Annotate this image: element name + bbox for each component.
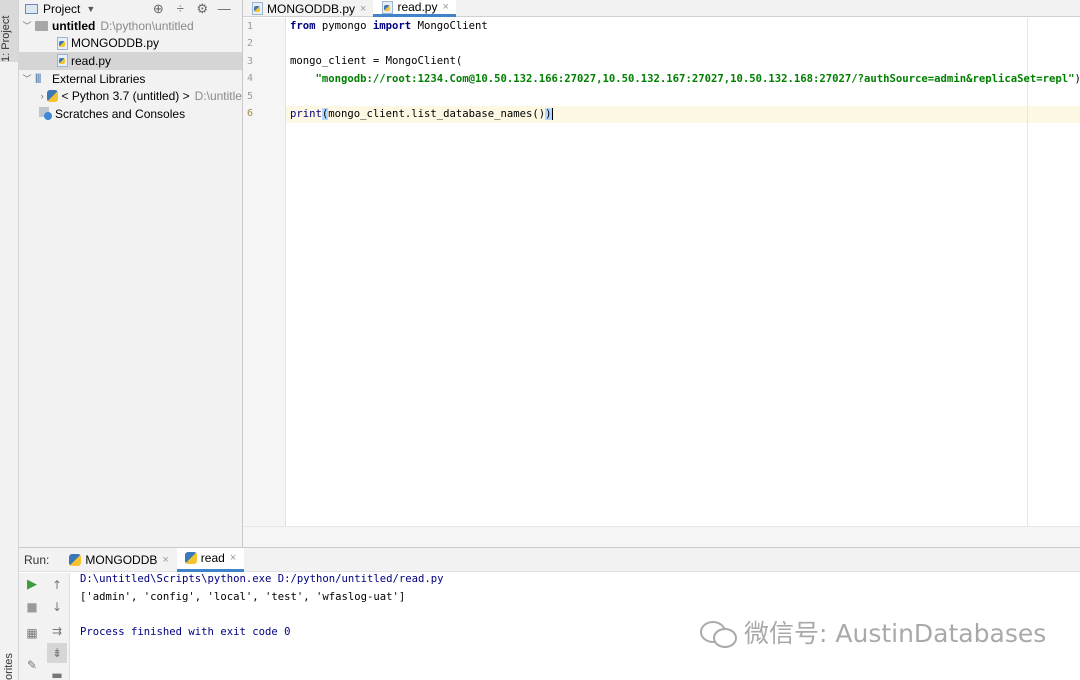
line-number: 6 [247, 108, 254, 119]
string-literal: "mongodb://root:1234.Com@10.50.132.166:2… [315, 73, 1075, 85]
tree-item-python-sdk[interactable]: › < Python 3.7 (untitled) > D:\untitle [19, 87, 242, 105]
code-text: MongoClient [411, 20, 488, 32]
file-name: MONGODDB.py [71, 36, 160, 51]
python-icon [47, 90, 58, 103]
favorites-tool-tab[interactable]: orites [3, 640, 17, 680]
tree-item-root[interactable]: ﹀ untitled D:\python\untitled [19, 17, 242, 35]
layout-icon[interactable]: ▦ [22, 623, 42, 643]
tree-item-file-selected[interactable]: read.py [19, 52, 242, 70]
library-icon: ||| [35, 73, 41, 85]
left-tool-strip: 1: Project orites [0, 0, 19, 680]
right-margin-guide [1027, 18, 1028, 526]
run-toolbar: ▶ ↑ ■ ↓ ▦ ⇉ ⇟ ✎ ▬ [19, 573, 70, 680]
settings-icon[interactable]: ⚙ [191, 1, 213, 17]
line-number: 4 [247, 73, 254, 84]
code-text: mongo_client = MongoClient( [290, 55, 463, 67]
console-command-line: D:\untitled\Scripts\python.exe D:/python… [80, 573, 444, 585]
tab-mongoddb[interactable]: MONGODDB.py × [243, 0, 373, 17]
project-tree: ﹀ untitled D:\python\untitled MONGODDB.p… [19, 17, 242, 123]
line-number-gutter: 1 2 3 4 5 6 [243, 18, 286, 526]
run-tab-read[interactable]: read × [176, 547, 245, 572]
python-file-icon [252, 2, 263, 15]
wechat-logo-icon [698, 617, 738, 648]
tree-item-external-libraries[interactable]: ﹀ ||| External Libraries [19, 70, 242, 88]
project-view-icon [25, 3, 38, 14]
project-tool-tab[interactable]: 1: Project [0, 0, 18, 62]
python-file-icon [57, 36, 68, 50]
minimize-icon[interactable]: — [213, 1, 235, 16]
keyword: import [372, 20, 412, 32]
python-icon [69, 553, 82, 566]
python-sdk-path: D:\untitle [194, 89, 242, 104]
scroll-to-end-icon[interactable]: ⇟ [47, 643, 67, 663]
python-sdk-label: < Python 3.7 (untitled) > [61, 89, 190, 104]
code-text: mongo_client.list_database_names() [328, 108, 546, 120]
python-file-icon [57, 54, 68, 68]
line-number: 2 [247, 38, 254, 49]
project-panel-header: Project ▼ ⊕ ÷ ⚙ — [19, 0, 242, 17]
chevron-down-icon[interactable]: ﹀ [21, 72, 33, 85]
project-panel-title[interactable]: Project [43, 2, 80, 16]
code-text: pymongo [315, 20, 373, 32]
console-output-line: ['admin', 'config', 'local', 'test', 'wf… [80, 591, 406, 603]
builtin-function: print [290, 108, 322, 120]
run-label: Run: [24, 552, 50, 567]
python-file-icon [382, 0, 394, 14]
file-name: read.py [71, 53, 112, 68]
view-dropdown-icon[interactable]: ▼ [86, 4, 95, 14]
watermark: 微信号: AustinDatabases [698, 614, 1046, 650]
python-icon [184, 552, 197, 564]
watermark-text: 微信号: AustinDatabases [744, 619, 1047, 648]
chevron-down-icon[interactable]: ﹀ [21, 19, 33, 32]
code-line-4[interactable]: "mongodb://root:1234.Com@10.50.132.166:2… [290, 71, 1080, 88]
text-caret [551, 108, 553, 120]
collapse-all-icon[interactable]: ÷ [169, 1, 191, 16]
run-tab-label: MONGODDB [85, 552, 158, 567]
tab-read[interactable]: read.py × [373, 0, 456, 17]
code-line-3[interactable]: mongo_client = MongoClient( [290, 53, 462, 70]
editor-horizontal-scrollbar[interactable] [243, 526, 1080, 547]
chevron-right-icon[interactable]: › [37, 91, 47, 101]
scratches-icon [39, 107, 53, 121]
tab-label: MONGODDB.py [267, 1, 356, 16]
folder-icon [35, 20, 48, 31]
external-libraries-label: External Libraries [52, 71, 146, 86]
close-icon[interactable]: × [442, 1, 448, 13]
scratches-label: Scratches and Consoles [55, 106, 186, 121]
root-folder-name: untitled [52, 18, 96, 33]
keyword: from [290, 20, 316, 32]
locate-icon[interactable]: ⊕ [147, 1, 169, 17]
close-icon[interactable]: × [360, 3, 366, 15]
console-exit-message: Process finished with exit code 0 [80, 626, 291, 638]
run-panel-header: Run: MONGODDB × read × [19, 547, 1080, 572]
up-arrow-icon[interactable]: ↑ [47, 575, 67, 595]
run-tab-label: read [200, 551, 225, 565]
tree-item-file[interactable]: MONGODDB.py [19, 35, 242, 53]
line-number: 1 [247, 21, 254, 32]
project-panel: Project ▼ ⊕ ÷ ⚙ — ﹀ untitled D:\python\u… [19, 0, 243, 547]
close-icon[interactable]: × [230, 552, 236, 564]
print-icon[interactable]: ▬ [47, 665, 67, 680]
pin-icon[interactable]: ✎ [22, 655, 42, 675]
code-line-1[interactable]: from pymongo import MongoClient [290, 18, 488, 35]
code-line-6[interactable]: print(mongo_client.list_database_names()… [290, 106, 553, 123]
line-number: 3 [247, 56, 254, 67]
rerun-icon[interactable]: ▶ [22, 575, 42, 595]
code-text: ) [1075, 73, 1080, 85]
run-tab-mongoddb[interactable]: MONGODDB × [61, 548, 176, 572]
tab-label: read.py [397, 0, 438, 14]
root-folder-path: D:\python\untitled [100, 18, 194, 33]
line-number: 5 [247, 91, 254, 102]
editor-tab-bar: MONGODDB.py × read.py × [243, 0, 1080, 17]
tree-item-scratches[interactable]: Scratches and Consoles [19, 105, 242, 123]
down-arrow-icon[interactable]: ↓ [47, 597, 67, 617]
close-icon[interactable]: × [162, 554, 168, 566]
stop-icon[interactable]: ■ [22, 597, 42, 617]
soft-wrap-icon[interactable]: ⇉ [47, 621, 67, 641]
